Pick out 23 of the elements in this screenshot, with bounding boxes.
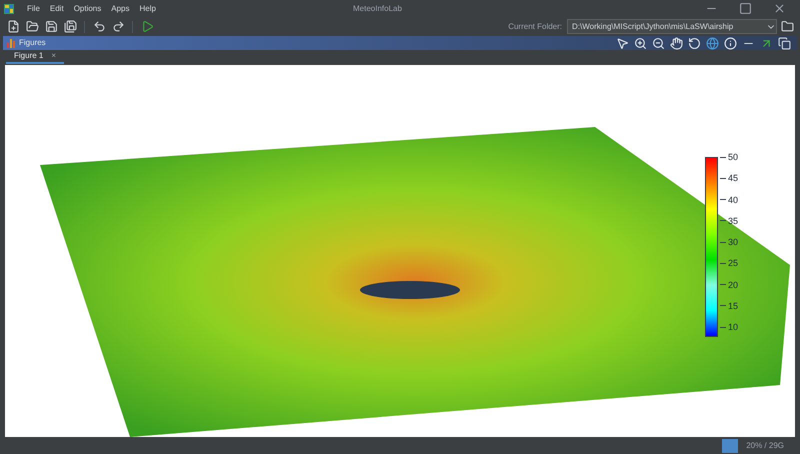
app-logo-icon xyxy=(4,4,14,14)
current-folder-label: Current Folder: xyxy=(508,20,562,32)
current-folder-field[interactable]: D:\Working\MIScript\Jython\mis\LaSW\airship xyxy=(567,19,777,34)
menu-item[interactable]: Help xyxy=(134,2,161,14)
window-title: MeteoInfoLab xyxy=(352,2,403,14)
colorbar-tick-label: 40 xyxy=(728,194,738,204)
colorbar-tick-label: 45 xyxy=(728,173,738,184)
memory-indicator xyxy=(722,438,738,452)
menu-item[interactable]: Apps xyxy=(106,2,134,14)
menu-item[interactable]: Edit xyxy=(44,2,69,14)
figures-panel-title: Figures xyxy=(19,37,46,49)
menu-item[interactable]: File xyxy=(22,2,45,14)
chart-bars-icon xyxy=(7,38,15,48)
tab-close-icon[interactable]: × xyxy=(51,50,56,62)
colorbar-tick-label: 50 xyxy=(728,152,738,162)
colorbar-tick-label: 30 xyxy=(728,237,738,247)
colorbar-tick-label: 35 xyxy=(728,216,738,226)
colorbar-tick-label: 10 xyxy=(728,322,738,332)
memory-usage-text: 20% / 29G xyxy=(746,440,784,452)
colorbar-tick-label: 25 xyxy=(728,258,738,268)
menu-item[interactable]: Options xyxy=(68,2,106,14)
colorbar-tick-label: 20 xyxy=(728,280,738,290)
colorbar-tick-label: 15 xyxy=(728,300,738,311)
